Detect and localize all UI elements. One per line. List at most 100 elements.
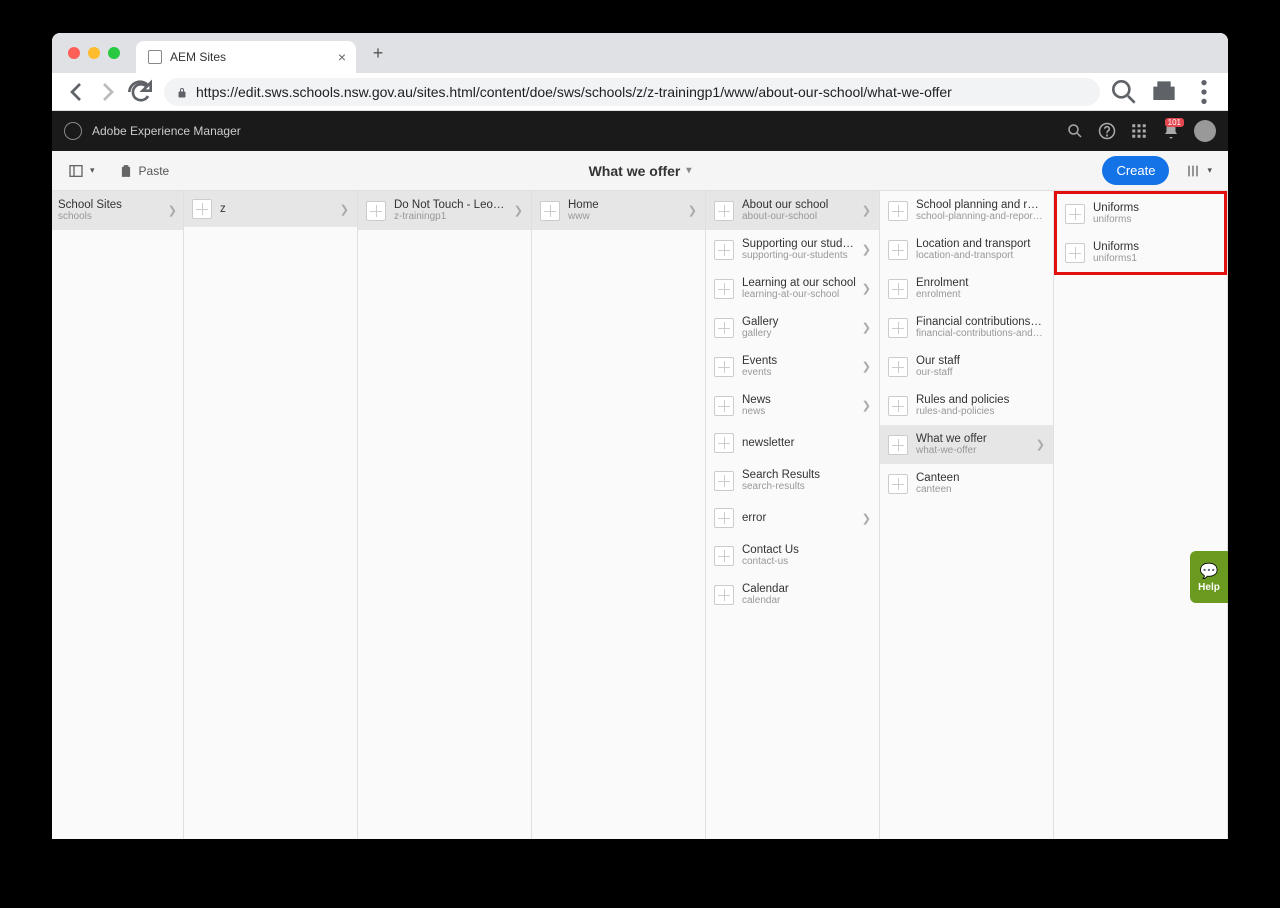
item-path: school-planning-and-reporting bbox=[916, 211, 1045, 222]
column-item[interactable]: Learning at our schoollearning-at-our-sc… bbox=[706, 269, 879, 308]
tab-title: AEM Sites bbox=[170, 50, 226, 64]
column-item[interactable]: Search Resultssearch-results bbox=[706, 461, 879, 500]
close-tab-icon[interactable]: × bbox=[338, 49, 346, 65]
item-path: enrolment bbox=[916, 289, 1045, 300]
item-title: z bbox=[220, 203, 336, 215]
breadcrumb[interactable]: What we offer ▾ bbox=[589, 163, 692, 179]
page-icon bbox=[714, 433, 734, 453]
column-item[interactable]: Canteencanteen bbox=[880, 464, 1053, 503]
column-item[interactable]: What we offerwhat-we-offer❯ bbox=[880, 425, 1053, 464]
item-title: Events bbox=[742, 355, 858, 367]
column-item[interactable]: Uniformsuniforms bbox=[1057, 194, 1224, 233]
back-button[interactable] bbox=[60, 76, 92, 108]
address-bar[interactable]: https://edit.sws.schools.nsw.gov.au/site… bbox=[164, 78, 1100, 106]
item-path: about-our-school bbox=[742, 211, 858, 222]
column-item[interactable]: Newsnews❯ bbox=[706, 386, 879, 425]
notification-badge: 101 bbox=[1165, 118, 1184, 127]
page-icon bbox=[714, 201, 734, 221]
extension-icon[interactable] bbox=[1148, 76, 1180, 108]
item-path: location-and-transport bbox=[916, 250, 1045, 261]
column-item[interactable]: Calendarcalendar bbox=[706, 575, 879, 614]
column-item[interactable]: Financial contributions and as...financi… bbox=[880, 308, 1053, 347]
chevron-right-icon: ❯ bbox=[858, 399, 871, 412]
browser-tabbar: AEM Sites × + bbox=[52, 33, 1228, 73]
item-title: Rules and policies bbox=[916, 394, 1045, 406]
bell-icon[interactable]: 101 bbox=[1162, 122, 1180, 140]
zoom-icon[interactable] bbox=[1108, 76, 1140, 108]
paste-button[interactable]: Paste bbox=[111, 158, 178, 184]
forward-button[interactable] bbox=[92, 76, 124, 108]
chevron-right-icon: ❯ bbox=[858, 282, 871, 295]
item-title: Location and transport bbox=[916, 238, 1045, 250]
column-item[interactable]: School Sitesschools❯ bbox=[52, 191, 183, 230]
column-item[interactable]: School planning and reportingschool-plan… bbox=[880, 191, 1053, 230]
column-item[interactable]: error❯ bbox=[706, 500, 879, 536]
column-item[interactable]: Eventsevents❯ bbox=[706, 347, 879, 386]
column-item[interactable]: Rules and policiesrules-and-policies bbox=[880, 386, 1053, 425]
apps-icon[interactable] bbox=[1130, 122, 1148, 140]
column-item[interactable]: newsletter bbox=[706, 425, 879, 461]
chevron-right-icon: ❯ bbox=[1032, 438, 1045, 451]
item-title: Uniforms bbox=[1093, 202, 1216, 214]
column-item[interactable]: Uniformsuniforms1 bbox=[1057, 233, 1224, 272]
item-title: newsletter bbox=[742, 437, 871, 449]
page-icon bbox=[714, 357, 734, 377]
browser-tab[interactable]: AEM Sites × bbox=[136, 41, 356, 73]
create-button[interactable]: Create bbox=[1102, 156, 1169, 185]
column-item[interactable]: Our staffour-staff bbox=[880, 347, 1053, 386]
column-item[interactable]: Do Not Touch - Leon - ...z-trainingp1❯ bbox=[358, 191, 531, 230]
item-title: Supporting our students bbox=[742, 238, 858, 250]
view-switcher-button[interactable]: ▾ bbox=[1177, 157, 1220, 185]
column-item[interactable]: z❯ bbox=[184, 191, 357, 227]
aem-logo-icon[interactable] bbox=[64, 122, 82, 140]
item-title: Do Not Touch - Leon - ... bbox=[394, 199, 510, 211]
close-window-button[interactable] bbox=[68, 47, 80, 59]
column-item[interactable]: Enrolmentenrolment bbox=[880, 269, 1053, 308]
help-icon[interactable] bbox=[1098, 122, 1116, 140]
page-icon bbox=[714, 396, 734, 416]
search-icon[interactable] bbox=[1066, 122, 1084, 140]
item-title: School Sites bbox=[58, 199, 164, 211]
column-item[interactable]: Contact Uscontact-us bbox=[706, 536, 879, 575]
lock-icon bbox=[176, 86, 188, 98]
window-controls bbox=[60, 47, 128, 59]
page-icon bbox=[714, 546, 734, 566]
column-item[interactable]: About our schoolabout-our-school❯ bbox=[706, 191, 879, 230]
chevron-down-icon: ▾ bbox=[686, 165, 691, 176]
page-icon bbox=[148, 50, 162, 64]
menu-icon[interactable] bbox=[1188, 76, 1220, 108]
aem-brand-text: Adobe Experience Manager bbox=[92, 124, 241, 138]
item-path: news bbox=[742, 406, 858, 417]
column-item[interactable]: Homewww❯ bbox=[532, 191, 705, 230]
item-path: events bbox=[742, 367, 858, 378]
page-icon bbox=[192, 199, 212, 219]
page-icon bbox=[888, 357, 908, 377]
page-icon bbox=[714, 240, 734, 260]
page-icon bbox=[1065, 204, 1085, 224]
reload-button[interactable] bbox=[124, 76, 156, 108]
page-icon bbox=[714, 318, 734, 338]
item-path: uniforms1 bbox=[1093, 253, 1216, 264]
item-title: error bbox=[742, 512, 858, 524]
rail-toggle-button[interactable]: ▾ bbox=[60, 157, 103, 185]
item-path: search-results bbox=[742, 481, 871, 492]
chevron-right-icon: ❯ bbox=[336, 203, 349, 216]
maximize-window-button[interactable] bbox=[108, 47, 120, 59]
chevron-right-icon: ❯ bbox=[858, 243, 871, 256]
help-fab[interactable]: 💬 Help bbox=[1190, 551, 1228, 603]
chevron-right-icon: ❯ bbox=[858, 512, 871, 525]
chat-icon: 💬 bbox=[1200, 562, 1219, 580]
item-title: News bbox=[742, 394, 858, 406]
item-title: Calendar bbox=[742, 583, 871, 595]
aem-header: Adobe Experience Manager 101 bbox=[52, 111, 1228, 151]
page-icon bbox=[888, 201, 908, 221]
column: Homewww❯ bbox=[532, 191, 706, 839]
column-item[interactable]: Supporting our studentssupporting-our-st… bbox=[706, 230, 879, 269]
column-item[interactable]: Location and transportlocation-and-trans… bbox=[880, 230, 1053, 269]
avatar[interactable] bbox=[1194, 120, 1216, 142]
item-path: our-staff bbox=[916, 367, 1045, 378]
column-item[interactable]: Gallerygallery❯ bbox=[706, 308, 879, 347]
column: School planning and reportingschool-plan… bbox=[880, 191, 1054, 839]
new-tab-button[interactable]: + bbox=[364, 39, 392, 67]
minimize-window-button[interactable] bbox=[88, 47, 100, 59]
